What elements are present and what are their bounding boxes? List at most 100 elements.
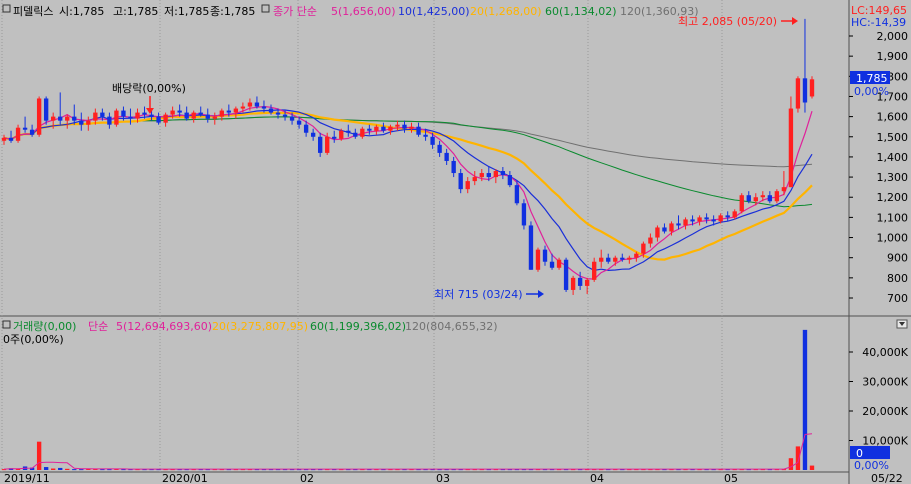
candle-body <box>416 126 421 135</box>
chart-background <box>0 0 911 484</box>
x-tick-label: 2019/11 <box>4 472 50 484</box>
open-label: 시:1,785 <box>59 5 104 18</box>
volume-bar <box>51 468 56 470</box>
chart-canvas[interactable]: 700 800 900 1,000 1,100 1,200 1,300 1,400 1,500 1… <box>0 0 911 484</box>
price-tick-label: 1,600 <box>877 111 909 124</box>
vol-ma60-label[interactable]: 60(1,199,396,02) <box>310 320 406 333</box>
candle-body <box>374 126 379 131</box>
candle-body <box>732 211 737 218</box>
candle-body <box>282 114 288 117</box>
price-tick-label: 900 <box>887 252 908 265</box>
candle-body <box>107 116 112 125</box>
candle-body <box>219 110 224 117</box>
candle-body <box>100 112 105 117</box>
candle-body <box>655 227 660 238</box>
candle-body <box>774 191 780 202</box>
candle-body <box>676 223 681 226</box>
candle-body <box>395 124 400 127</box>
candle-body <box>58 116 63 121</box>
candle-body <box>15 127 21 141</box>
candle-body <box>563 259 569 290</box>
ma60-label[interactable]: 60(1,134,02) <box>545 5 617 18</box>
candle-body <box>65 116 70 121</box>
ma20-label[interactable]: 20(1,268,00) <box>470 5 542 18</box>
candle-body <box>430 136 435 145</box>
candle-body <box>121 110 126 117</box>
ma10-label[interactable]: 10(1,425,00) <box>398 5 470 18</box>
candle-body <box>317 136 323 153</box>
candle-body <box>634 253 639 258</box>
candle-body <box>549 261 555 268</box>
candle-body <box>493 171 499 178</box>
candle-body <box>451 160 456 174</box>
candle-body <box>247 102 253 107</box>
current-price: 1,785 <box>856 72 888 85</box>
volume-bar <box>43 467 49 470</box>
price-change-pct: 0,00% <box>854 85 889 98</box>
candle-body <box>500 171 506 176</box>
price-tick-label: 1,000 <box>877 232 909 245</box>
volume-tick-label: 40,000K <box>862 346 908 359</box>
volume-info: 0주(0,00%) <box>3 333 64 346</box>
candle-body <box>353 132 358 137</box>
stock-chart[interactable]: 700 800 900 1,000 1,100 1,200 1,300 1,400 1,500 1… <box>0 0 911 484</box>
volume-bar <box>65 468 70 470</box>
ma5-label[interactable]: 5(1,656,00) <box>331 5 396 18</box>
candle-body <box>746 195 751 202</box>
candle-body <box>528 225 534 270</box>
candle-body <box>444 152 449 161</box>
candle-body <box>43 98 49 121</box>
candle-body <box>542 249 548 262</box>
candle-body <box>226 110 232 113</box>
candle-body <box>641 243 646 254</box>
candle-body <box>599 257 604 262</box>
price-tick-label: 1,200 <box>877 191 909 204</box>
candle-body <box>577 277 583 286</box>
candle-body <box>697 217 702 222</box>
hc-label: HC:-14,39 <box>851 16 906 29</box>
candle-body <box>648 237 653 244</box>
candle-body <box>388 126 393 131</box>
candle-body <box>809 79 815 97</box>
volume-tick-label: 30,000K <box>862 376 908 389</box>
candle-body <box>198 112 203 115</box>
candle-body <box>79 120 84 125</box>
candle-body <box>360 128 365 137</box>
price-tick-label: 800 <box>887 272 908 285</box>
candle-body <box>409 126 414 129</box>
price-tick-label: 2,000 <box>877 30 909 43</box>
candle-body <box>662 227 667 232</box>
candle-body <box>346 130 351 133</box>
candle-body <box>29 129 35 135</box>
vol-ma20-label[interactable]: 20(3,275,807,95) <box>212 320 308 333</box>
price-tick-label: 1,300 <box>877 171 909 184</box>
candle-body <box>1 137 7 141</box>
candle-body <box>795 78 801 109</box>
candle-body <box>669 223 674 232</box>
x-tick-label: 04 <box>590 472 604 484</box>
candle-body <box>261 106 267 109</box>
candle-body <box>8 137 14 141</box>
candle-body <box>802 78 808 103</box>
volume-bar <box>58 467 63 470</box>
candle-body <box>86 120 91 125</box>
candle-body <box>191 112 196 119</box>
vol-ma120-label[interactable]: 120(804,655,32) <box>405 320 498 333</box>
candle-body <box>556 259 562 268</box>
candle-body <box>725 215 730 218</box>
candle-body <box>51 116 56 121</box>
x-tick-label: 05/22 <box>871 472 903 484</box>
candle-body <box>760 195 765 198</box>
candle-body <box>535 249 541 270</box>
vol-ma-type-label: 단순 <box>88 320 108 333</box>
candle-body <box>704 217 709 220</box>
candle-body <box>163 114 168 123</box>
volume-bar <box>79 469 84 471</box>
candle-body <box>437 144 442 153</box>
high-label: 고:1,785 <box>113 5 158 18</box>
candle-body <box>128 116 133 119</box>
stock-name: 피델릭스 <box>13 5 53 18</box>
candle-body <box>22 127 28 130</box>
vol-ma5-label[interactable]: 5(12,694,693,60) <box>116 320 212 333</box>
candle-body <box>584 279 590 286</box>
